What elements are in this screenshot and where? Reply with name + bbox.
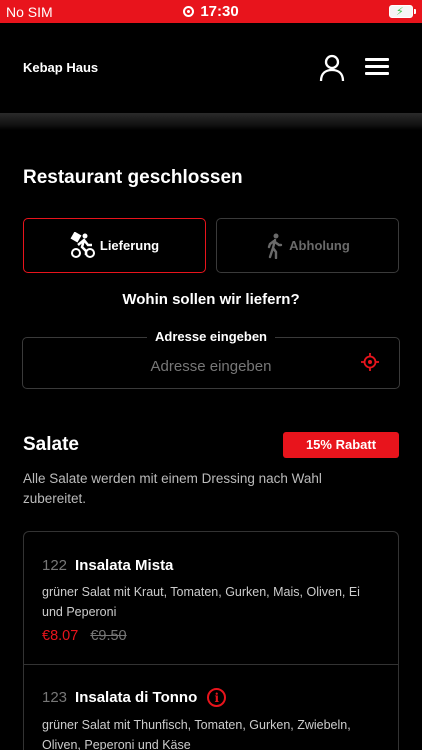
clock: 17:30 [200, 3, 239, 20]
battery-icon: ⚡ [389, 5, 416, 18]
pickup-mode-label: Abholung [289, 238, 350, 253]
delivery-question: Wohin sollen wir liefern? [122, 291, 300, 308]
walking-person-icon [267, 233, 283, 259]
menu-item-insalata-di-tonno[interactable]: 123 Insalata di Tonno i grüner Salat mit… [42, 688, 382, 750]
address-input[interactable] [22, 355, 400, 377]
restaurant-status-title: Restaurant geschlossen [23, 167, 243, 188]
discounted-price: €8.07 [42, 628, 79, 644]
discount-badge: 15% Rabatt [283, 432, 399, 458]
item-number: 122 [42, 557, 68, 574]
charging-bolt-icon: ⚡ [396, 6, 404, 18]
delivery-mode-label: Lieferung [99, 238, 160, 253]
user-account-icon[interactable] [318, 54, 346, 82]
restaurant-name: Kebap Haus [23, 60, 99, 75]
clock-group: 17:30 [0, 3, 422, 20]
menu-item-heading: 123 Insalata di Tonno i [42, 688, 382, 707]
alarm-icon [183, 6, 195, 17]
item-name: Insalata Mista [75, 557, 174, 574]
category-title: Salate [23, 434, 79, 455]
locate-me-icon[interactable] [361, 353, 379, 371]
item-description: grüner Salat mit Thunfisch, Tomaten, Gur… [42, 718, 351, 750]
item-name: Insalata di Tonno [75, 689, 198, 706]
item-prices: €8.07 €9.50 [42, 628, 382, 644]
item-number: 123 [42, 689, 68, 706]
item-divider [24, 664, 398, 665]
header-divider [0, 113, 422, 130]
app-header: Kebap Haus [0, 23, 422, 113]
pickup-mode-button[interactable]: Abholung [216, 218, 399, 273]
hamburger-menu-icon[interactable] [365, 58, 389, 78]
bike-delivery-icon [70, 231, 95, 258]
address-legend-wrap: Adresse eingeben [0, 329, 422, 344]
status-bar: No SIM 17:30 ⚡ [0, 0, 422, 23]
category-description: Alle Salate werden mit einem Dressing na… [23, 471, 322, 506]
item-description: grüner Salat mit Kraut, Tomaten, Gurken,… [42, 585, 360, 619]
address-field-legend: Adresse eingeben [147, 329, 275, 344]
info-icon[interactable]: i [207, 688, 227, 707]
menu-item-insalata-mista[interactable]: 122 Insalata Mista grüner Salat mit Krau… [42, 557, 382, 644]
original-price: €9.50 [90, 628, 127, 644]
delivery-mode-button[interactable]: Lieferung [23, 218, 206, 273]
menu-item-heading: 122 Insalata Mista [42, 557, 382, 574]
